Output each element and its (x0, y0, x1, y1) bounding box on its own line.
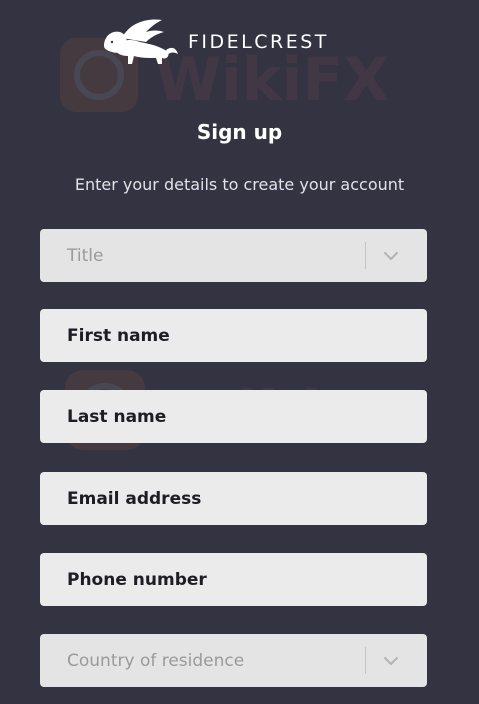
chevron-down-icon[interactable] (382, 247, 400, 265)
chevron-down-icon[interactable] (382, 652, 400, 670)
signup-page: WikiFX WikiFX FIDELCREST Sign up Enter y… (0, 0, 479, 704)
select-divider (365, 647, 366, 674)
title-select[interactable]: Title (40, 229, 427, 282)
first-name-input[interactable]: First name (40, 309, 427, 362)
title-select-placeholder: Title (67, 245, 104, 266)
page-subtitle: Enter your details to create your accoun… (74, 175, 405, 194)
last-name-label: Last name (67, 406, 167, 427)
phone-input[interactable]: Phone number (40, 553, 427, 606)
country-select[interactable]: Country of residence (40, 634, 427, 687)
email-input[interactable]: Email address (40, 472, 427, 525)
last-name-input[interactable]: Last name (40, 390, 427, 443)
first-name-label: First name (67, 325, 170, 346)
phone-label: Phone number (67, 569, 207, 590)
email-label: Email address (67, 488, 202, 509)
brand-name: FIDELCREST (188, 31, 329, 53)
country-select-placeholder: Country of residence (67, 650, 245, 671)
select-divider (365, 242, 366, 269)
page-title: Sign up (196, 120, 283, 144)
brand-header: FIDELCREST (100, 16, 329, 68)
winged-lion-icon (104, 19, 178, 64)
